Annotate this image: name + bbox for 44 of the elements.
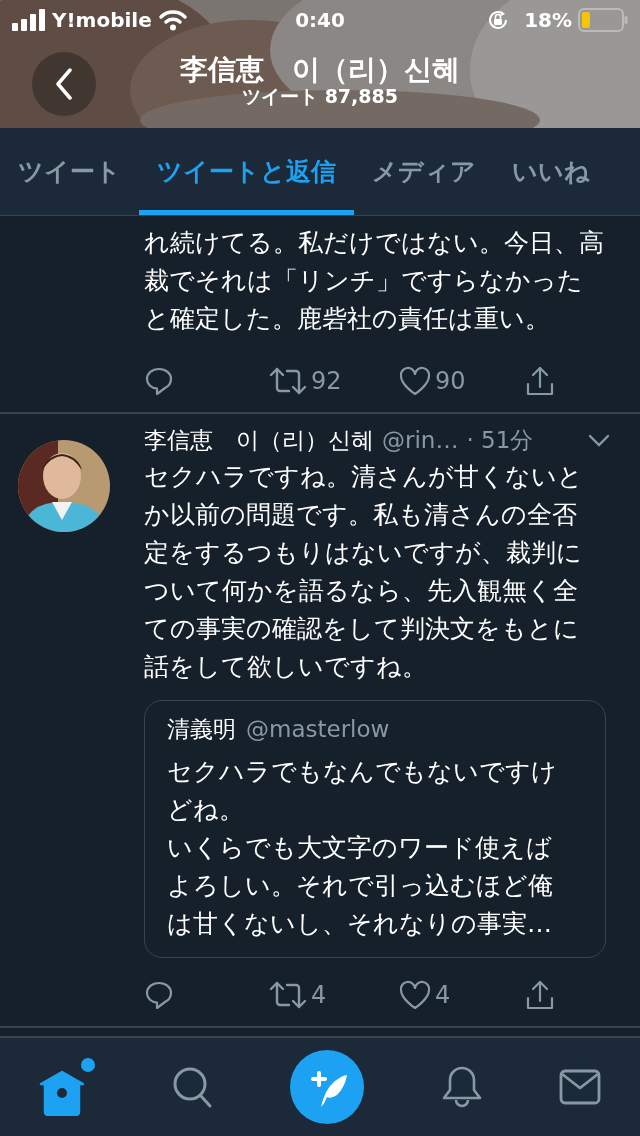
chevron-left-icon — [55, 68, 73, 100]
tab[interactable]: いいね — [494, 128, 608, 215]
retweet-icon[interactable] — [269, 366, 307, 396]
share-icon[interactable] — [525, 979, 555, 1012]
reply-icon[interactable] — [144, 366, 174, 396]
quoted-tweet-text: セクハラでもなんでもないですけどね。 — [167, 756, 558, 827]
tweet-text: セクハラですね。清さんが甘くないとか以前の問題です。私も清さんの全否定をするつもりはないですが、裁判について何かを語るなら、先入観無く全ての事実の確認をして判決文をもとに話をして欲しいですね。 — [144, 460, 584, 683]
envelope-icon — [559, 1069, 602, 1105]
birdhouse-icon — [38, 1070, 85, 1116]
heart-icon[interactable] — [399, 366, 431, 396]
search-icon — [172, 1066, 213, 1108]
reply-icon[interactable] — [144, 980, 174, 1011]
like-count: 90 — [435, 366, 466, 397]
quoted-author-name: 清義明 — [167, 714, 236, 744]
notifications-tab[interactable] — [441, 1065, 482, 1109]
tweet-count: ツイート 87,885 — [242, 86, 398, 108]
quoted-tweet-card[interactable]: 清義明 @masterlow セクハラでもなんでもないですけどね。 いくらでも大文字のワード使えばよろしい。それで引っ込むほど俺は甘くないし、それなりの事実… — [144, 699, 606, 959]
tweet-text: れ続けてる。私だけではない。今日、高裁でそれは「リンチ」ですらなかったと確定した。鹿砦社の責任は重い。 — [144, 227, 605, 335]
retweet-count: 4 — [311, 980, 327, 1012]
carrier-name: Y!mobile — [52, 7, 152, 34]
search-tab[interactable] — [172, 1066, 213, 1108]
tab[interactable]: メディア — [354, 128, 494, 215]
tweet-time: · 51分 — [466, 426, 534, 455]
quoted-author-handle: @masterlow — [246, 714, 390, 744]
chevron-down-icon[interactable] — [588, 433, 610, 448]
retweet-count: 92 — [311, 366, 342, 397]
home-tab[interactable] — [38, 1058, 95, 1116]
bell-icon — [441, 1065, 482, 1109]
share-icon[interactable] — [525, 365, 555, 397]
like-count: 4 — [435, 980, 451, 1012]
signal-icon — [12, 9, 46, 31]
author-handle: @rin… — [382, 426, 459, 455]
battery-percent: 18% — [524, 7, 572, 34]
profile-name: 李信恵 이（리）신혜 — [180, 52, 460, 87]
clock-time: 0:40 — [295, 7, 345, 34]
tab[interactable]: ツイート — [0, 128, 139, 215]
author-name: 李信恵 이（리）신혜 — [144, 426, 374, 455]
tab[interactable]: ツイートと返信 — [139, 128, 354, 215]
quoted-tweet-text: いくらでも大文字のワード使えばよろしい。それで引っ込むほど俺は甘くないし、それなりの事実… — [167, 832, 554, 941]
battery-icon — [578, 8, 628, 32]
retweet-icon[interactable] — [269, 980, 307, 1011]
wifi-icon — [157, 9, 188, 31]
messages-tab[interactable] — [559, 1069, 602, 1105]
heart-icon[interactable] — [399, 980, 431, 1011]
